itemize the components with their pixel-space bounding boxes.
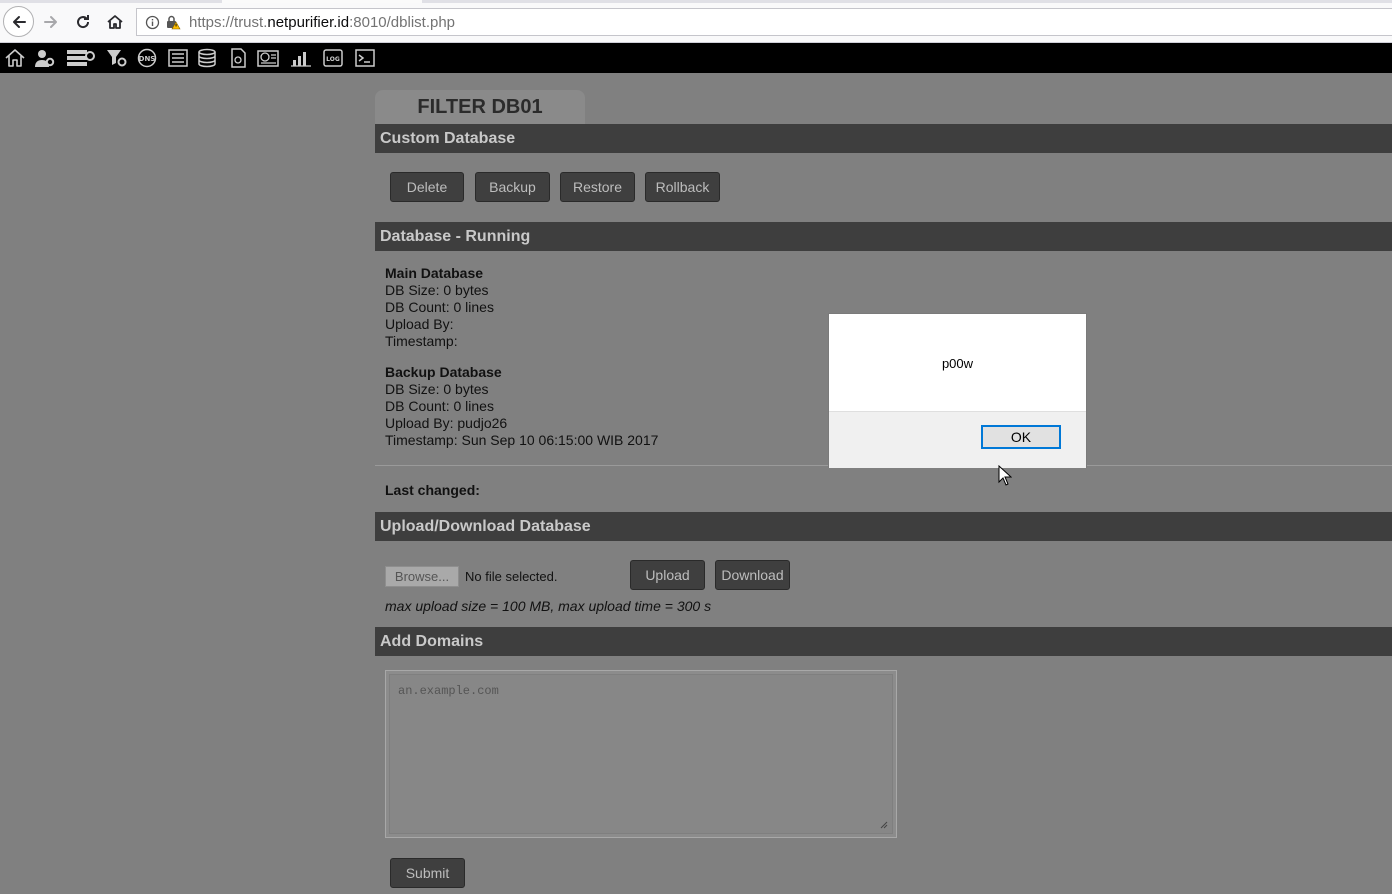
dns-icon[interactable]: DNS xyxy=(135,47,159,69)
file-status: No file selected. xyxy=(465,569,558,584)
main-database-title: Main Database xyxy=(385,265,484,281)
server-settings-icon[interactable] xyxy=(66,47,96,69)
home-icon[interactable] xyxy=(3,47,27,69)
url-text: https://trust.netpurifier.id:8010/dblist… xyxy=(189,14,455,31)
backup-db-count: DB Count: 0 lines xyxy=(385,398,494,414)
back-arrow-icon xyxy=(12,15,26,28)
backup-database-info: Backup Database DB Size: 0 bytes DB Coun… xyxy=(385,364,658,449)
upload-download-header: Upload/Download Database xyxy=(375,512,1392,541)
url-suffix: :8010/dblist.php xyxy=(349,14,456,31)
submit-button[interactable]: Submit xyxy=(390,858,465,888)
domains-textarea[interactable]: an.example.com xyxy=(385,670,897,838)
upload-button[interactable]: Upload xyxy=(630,560,705,590)
upload-limit-note: max upload size = 100 MB, max upload tim… xyxy=(385,598,712,614)
active-tab[interactable] xyxy=(222,0,422,3)
restore-button[interactable]: Restore xyxy=(560,172,635,202)
list-icon[interactable] xyxy=(166,47,190,69)
domains-placeholder: an.example.com xyxy=(398,684,499,698)
database-running-header: Database - Running xyxy=(375,222,1392,251)
alert-footer: OK xyxy=(829,411,1086,468)
chart-icon[interactable] xyxy=(289,47,313,69)
add-domains-header: Add Domains xyxy=(375,627,1392,656)
browser-toolbar: https://trust.netpurifier.id:8010/dblist… xyxy=(0,0,1392,43)
forward-arrow-icon xyxy=(44,16,57,28)
log-icon[interactable]: LOG xyxy=(321,47,345,69)
main-db-count: DB Count: 0 lines xyxy=(385,299,494,315)
custom-database-header: Custom Database xyxy=(375,124,1392,153)
back-button[interactable] xyxy=(3,6,34,37)
backup-db-size: DB Size: 0 bytes xyxy=(385,381,489,397)
reload-button[interactable] xyxy=(69,8,97,36)
browse-button[interactable]: Browse... xyxy=(385,566,459,587)
main-timestamp: Timestamp: xyxy=(385,333,458,349)
url-bar[interactable]: https://trust.netpurifier.id:8010/dblist… xyxy=(136,8,1392,36)
dns-label: DNS xyxy=(139,55,156,63)
backup-timestamp: Timestamp: Sun Sep 10 06:15:00 WIB 2017 xyxy=(385,432,659,448)
reload-icon xyxy=(77,15,90,29)
download-button[interactable]: Download xyxy=(715,560,790,590)
last-changed-label: Last changed: xyxy=(385,482,480,498)
delete-button[interactable]: Delete xyxy=(390,172,464,202)
database-icon[interactable] xyxy=(196,47,220,69)
main-panel: FILTER DB01 Custom Database Delete Backu… xyxy=(375,73,1392,894)
terminal-icon[interactable] xyxy=(353,47,377,69)
log-label: LOG xyxy=(326,56,340,63)
alert-message: p00w xyxy=(941,356,974,371)
info-icon[interactable] xyxy=(145,15,160,30)
alert-dialog: p00w OK xyxy=(828,313,1087,468)
backup-button[interactable]: Backup xyxy=(475,172,550,202)
rollback-button[interactable]: Rollback xyxy=(645,172,720,202)
main-database-info: Main Database DB Size: 0 bytes DB Count:… xyxy=(385,265,494,350)
home-icon xyxy=(107,15,123,29)
resize-grip-icon[interactable] xyxy=(880,821,888,829)
ok-button[interactable]: OK xyxy=(981,425,1061,449)
mouse-cursor-icon xyxy=(998,465,1012,486)
dashboard-icon[interactable] xyxy=(257,47,281,69)
insecure-lock-icon[interactable] xyxy=(165,14,181,30)
app-toolbar: DNS LOG xyxy=(0,43,1392,73)
url-domain: netpurifier.id xyxy=(267,14,350,31)
backup-database-title: Backup Database xyxy=(385,364,502,380)
main-db-size: DB Size: 0 bytes xyxy=(385,282,489,298)
document-icon[interactable] xyxy=(226,47,250,69)
home-button[interactable] xyxy=(101,8,129,36)
tab-strip xyxy=(0,0,1392,3)
backup-upload-by: Upload By: pudjo26 xyxy=(385,415,508,431)
filter-settings-icon[interactable] xyxy=(105,47,129,69)
page-title: FILTER DB01 xyxy=(375,90,585,124)
url-prefix: https://trust. xyxy=(189,14,268,31)
textarea-inner: an.example.com xyxy=(389,674,893,834)
forward-button[interactable] xyxy=(37,8,65,36)
main-upload-by: Upload By: xyxy=(385,316,454,332)
user-settings-icon[interactable] xyxy=(33,47,57,69)
